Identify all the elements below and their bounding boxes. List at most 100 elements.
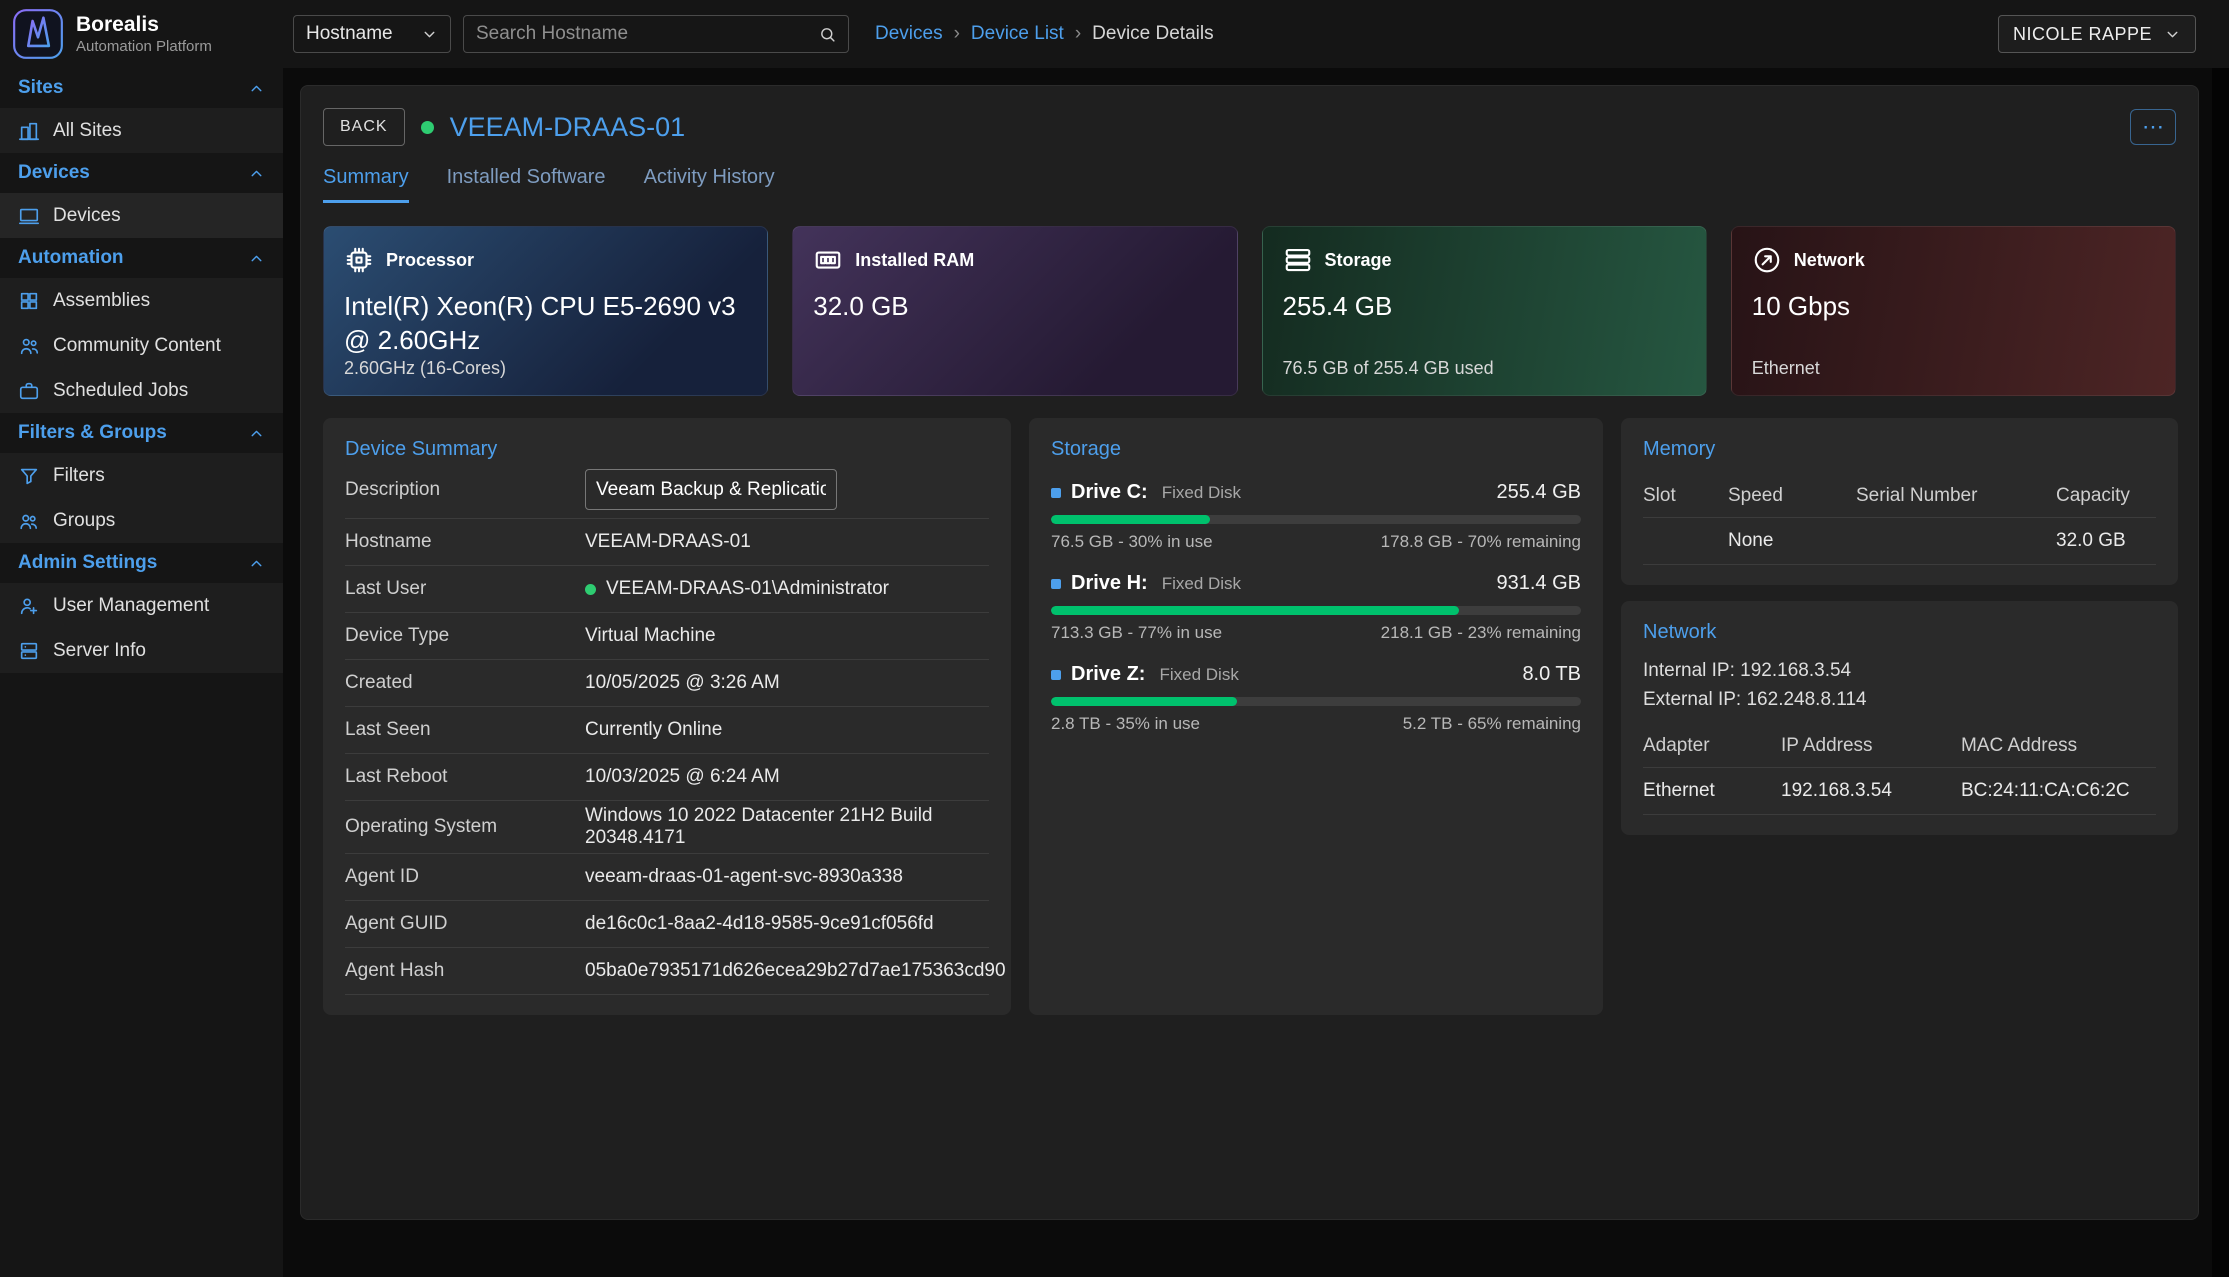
device-header: BACK VEEAM-DRAAS-01 ⋯: [323, 108, 2176, 146]
chevron-down-icon: [2164, 26, 2181, 43]
field-value: VEEAM-DRAAS-01\Administrator: [585, 578, 889, 600]
column-header: Capacity: [2056, 475, 2156, 518]
column-header: IP Address: [1781, 725, 1961, 768]
section-label: Admin Settings: [18, 552, 157, 574]
sidebar-item-groups[interactable]: Groups: [0, 498, 283, 543]
sidebar-section-devices[interactable]: Devices: [0, 153, 283, 193]
sidebar-item-label: Groups: [53, 510, 115, 532]
online-status-dot: [421, 121, 434, 134]
column-header: Serial Number: [1856, 475, 2056, 518]
field-value: veeam-draas-01-agent-svc-8930a338: [585, 866, 903, 888]
buildings-icon: [18, 120, 40, 142]
tab-installed-software[interactable]: Installed Software: [447, 166, 606, 203]
back-button[interactable]: BACK: [323, 108, 405, 146]
drive-usage-fill: [1051, 606, 1459, 615]
brand-name: Borealis: [76, 13, 212, 37]
user-icon: [18, 595, 40, 617]
drive-type: Fixed Disk: [1162, 483, 1241, 503]
brand: Borealis Automation Platform: [0, 8, 283, 60]
sidebar-item-user-management[interactable]: User Management: [0, 583, 283, 628]
panel-heading: Network: [1643, 621, 2156, 644]
field-value: Virtual Machine: [585, 625, 716, 647]
device-title: VEEAM-DRAAS-01: [450, 112, 686, 143]
chevron-up-icon: [248, 165, 265, 182]
device-summary-panel: Device Summary Description Hostname VEEA…: [323, 418, 1011, 1015]
drive-remaining: 5.2 TB - 65% remaining: [1403, 714, 1581, 734]
sidebar-item-community-content[interactable]: Community Content: [0, 323, 283, 368]
network-card: Network 10 Gbps Ethernet: [1731, 226, 2176, 396]
internal-ip: Internal IP: 192.168.3.54: [1643, 656, 2156, 685]
device-tabs: Summary Installed Software Activity Hist…: [323, 166, 2176, 204]
column-header: Slot: [1643, 475, 1728, 518]
sidebar-item-label: Server Info: [53, 640, 146, 662]
search-icon[interactable]: [819, 26, 836, 43]
sidebar-section-admin-settings[interactable]: Admin Settings: [0, 543, 283, 583]
sidebar-section-sites[interactable]: Sites: [0, 68, 283, 108]
drive-z-block: Drive Z: Fixed Disk 8.0 TB 2.8 TB - 35% …: [1051, 663, 1581, 734]
chevron-up-icon: [248, 425, 265, 442]
column-header: Adapter: [1643, 725, 1781, 768]
server-icon: [18, 640, 40, 662]
operating-system-row: Operating System Windows 10 2022 Datacen…: [345, 801, 989, 854]
sidebar-section-filters-groups[interactable]: Filters & Groups: [0, 413, 283, 453]
card-value: 255.4 GB: [1283, 290, 1686, 324]
sidebar-item-assemblies[interactable]: Assemblies: [0, 278, 283, 323]
card-value: Intel(R) Xeon(R) CPU E5-2690 v3 @ 2.60GH…: [344, 290, 747, 358]
user-menu-button[interactable]: NICOLE RAPPE: [1998, 15, 2196, 53]
breadcrumb-devices[interactable]: Devices: [875, 23, 971, 45]
stat-cards: Processor Intel(R) Xeon(R) CPU E5-2690 v…: [323, 226, 2176, 396]
search-input[interactable]: [476, 23, 819, 45]
groups-icon: [18, 510, 40, 532]
sidebar-item-scheduled-jobs[interactable]: Scheduled Jobs: [0, 368, 283, 413]
last-user-row: Last User VEEAM-DRAAS-01\Administrator: [345, 566, 989, 613]
drive-size: 8.0 TB: [1522, 663, 1581, 686]
tab-activity-history[interactable]: Activity History: [644, 166, 775, 203]
processor-card: Processor Intel(R) Xeon(R) CPU E5-2690 v…: [323, 226, 768, 396]
network-table: Adapter IP Address MAC Address Ethernet …: [1643, 725, 2156, 815]
sidebar-item-label: User Management: [53, 595, 209, 617]
tab-summary[interactable]: Summary: [323, 166, 409, 203]
drive-usage-bar: [1051, 606, 1581, 615]
sidebar: Sites All Sites Devices Devices Automati…: [0, 68, 283, 1277]
panel-heading: Device Summary: [345, 438, 989, 461]
more-options-button[interactable]: ⋯: [2130, 109, 2176, 145]
scrollbar[interactable]: [2212, 68, 2229, 1277]
table-cell: 192.168.3.54: [1781, 768, 1961, 815]
drive-bullet-icon: [1051, 579, 1061, 589]
topbar: Borealis Automation Platform Hostname De…: [0, 0, 2229, 68]
drive-name: Drive C:: [1071, 481, 1148, 504]
drive-name: Drive Z:: [1071, 663, 1145, 686]
network-panel: Network Internal IP: 192.168.3.54 Extern…: [1621, 601, 2178, 835]
drive-name: Drive H:: [1071, 572, 1148, 595]
description-input[interactable]: [585, 469, 837, 510]
field-label: Last Seen: [345, 719, 585, 741]
drive-used: 2.8 TB - 35% in use: [1051, 714, 1200, 734]
sidebar-item-all-sites[interactable]: All Sites: [0, 108, 283, 153]
drive-remaining: 178.8 GB - 70% remaining: [1381, 532, 1581, 552]
right-column: Memory Slot Speed Serial Number Capacity…: [1621, 418, 2178, 835]
hostname-filter-label: Hostname: [306, 23, 393, 45]
hostname-filter-dropdown[interactable]: Hostname: [293, 15, 451, 53]
last-reboot-row: Last Reboot 10/03/2025 @ 6:24 AM: [345, 754, 989, 801]
sidebar-section-automation[interactable]: Automation: [0, 238, 283, 278]
table-cell: Ethernet: [1643, 768, 1781, 815]
drive-usage-fill: [1051, 515, 1210, 524]
table-cell: None: [1728, 518, 1856, 565]
chevron-up-icon: [248, 80, 265, 97]
drive-type: Fixed Disk: [1159, 665, 1238, 685]
sidebar-item-devices[interactable]: Devices: [0, 193, 283, 238]
storage-stack-icon: [1283, 245, 1313, 275]
field-value: Currently Online: [585, 719, 722, 741]
drive-c-block: Drive C: Fixed Disk 255.4 GB 76.5 GB - 3…: [1051, 481, 1581, 552]
table-cell: [1856, 518, 2056, 565]
field-value: 05ba0e7935171d626ecea29b27d7ae175363cd90: [585, 960, 1006, 982]
section-label: Sites: [18, 77, 63, 99]
breadcrumb-device-list[interactable]: Device List: [971, 23, 1092, 45]
created-row: Created 10/05/2025 @ 3:26 AM: [345, 660, 989, 707]
description-row: Description: [345, 461, 989, 519]
storage-card: Storage 255.4 GB 76.5 GB of 255.4 GB use…: [1262, 226, 1707, 396]
sidebar-item-filters[interactable]: Filters: [0, 453, 283, 498]
drive-h-block: Drive H: Fixed Disk 931.4 GB 713.3 GB - …: [1051, 572, 1581, 643]
devices-icon: [18, 205, 40, 227]
sidebar-item-server-info[interactable]: Server Info: [0, 628, 283, 673]
